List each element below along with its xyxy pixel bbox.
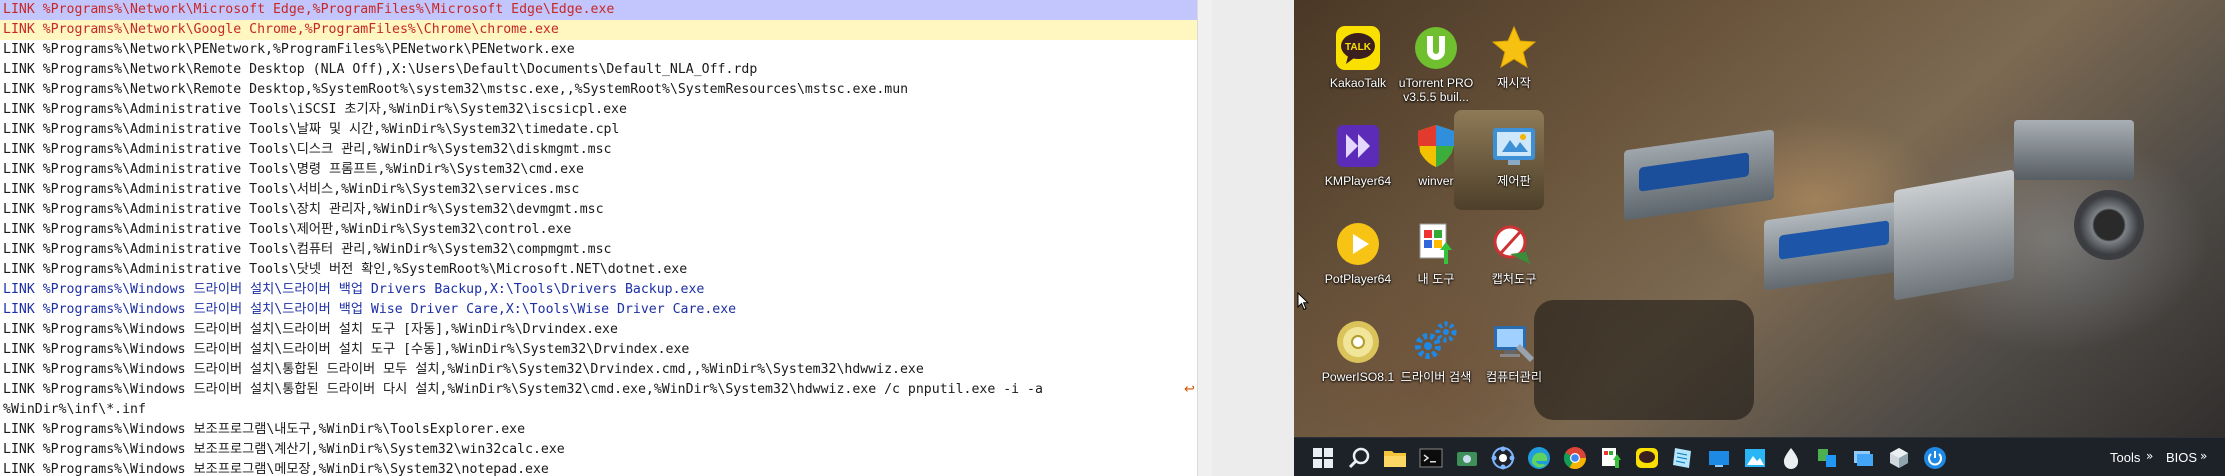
taskbar-kakaotalk-icon[interactable] xyxy=(1634,445,1660,471)
taskbar-terminal-icon[interactable] xyxy=(1418,445,1444,471)
svg-text:TALK: TALK xyxy=(1345,42,1372,53)
wallpaper-port xyxy=(1894,169,2014,301)
bios-chevron-icon[interactable]: » xyxy=(2200,438,2207,476)
bios-toolbar-label[interactable]: BIOS xyxy=(2166,438,2197,476)
taskbar-stack-icon[interactable] xyxy=(1850,445,1876,471)
mouse-cursor-icon xyxy=(1297,292,1309,311)
editor-line[interactable]: LINK %Programs%\Network\Remote Desktop (… xyxy=(0,60,1197,80)
editor-line[interactable]: LINK %Programs%\Network\Google Chrome,%P… xyxy=(0,20,1197,40)
taskbar-power-icon[interactable] xyxy=(1922,445,1948,471)
taskbar-screen-capture-icon[interactable] xyxy=(1454,445,1480,471)
my-tools-icon xyxy=(1412,220,1460,268)
taskbar-task-icon[interactable] xyxy=(1814,445,1840,471)
control-panel-icon xyxy=(1490,122,1538,170)
wallpaper-port xyxy=(2074,190,2144,260)
taskbar-water-drop-icon[interactable] xyxy=(1778,445,1804,471)
editor-line[interactable]: LINK %Programs%\Administrative Tools\디스크… xyxy=(0,140,1197,160)
taskbar-network-icon[interactable] xyxy=(1490,445,1516,471)
kakaotalk-icon: TALK xyxy=(1334,24,1382,72)
editor-line[interactable]: LINK %Programs%\Network\Microsoft Edge,%… xyxy=(0,0,1197,20)
capture-tool-icon xyxy=(1490,220,1538,268)
text-editor[interactable]: LINK %Programs%\Network\Microsoft Edge,%… xyxy=(0,0,1197,476)
computer-management-icon xyxy=(1490,318,1538,366)
editor-scrollbar[interactable] xyxy=(1197,0,1212,476)
restart-star-icon xyxy=(1490,24,1538,72)
editor-line[interactable]: LINK %Programs%\Windows 드라이버 설치\드라이버 백업 … xyxy=(0,280,1197,300)
driver-search-icon xyxy=(1412,318,1460,366)
editor-line[interactable]: LINK %Programs%\Windows 보조프로그램\내도구,%WinD… xyxy=(0,420,1197,440)
taskbar-photo-icon[interactable] xyxy=(1742,445,1768,471)
desktop-icon-label: 컴퓨터관리 xyxy=(1485,370,1543,384)
taskbar-tools-icon[interactable] xyxy=(1598,445,1624,471)
wallpaper-port xyxy=(1534,300,1754,420)
potplayer-icon xyxy=(1334,220,1382,268)
window-gap xyxy=(1212,0,1294,476)
taskbar-start-icon[interactable] xyxy=(1310,445,1336,471)
tools-chevron-icon[interactable]: » xyxy=(2146,438,2153,476)
wallpaper-port xyxy=(2014,120,2134,180)
editor-line[interactable]: LINK %Programs%\Windows 드라이버 설치\드라이버 설치 … xyxy=(0,320,1197,340)
desktop: TALK KakaoTalk uTorrent PRO v3.5.5 buil...… xyxy=(1294,0,2225,476)
desktop-icon-computer-management[interactable]: 컴퓨터관리 xyxy=(1468,304,1560,400)
editor-lines: LINK %Programs%\Network\Microsoft Edge,%… xyxy=(0,0,1197,476)
taskbar: Tools » BIOS » xyxy=(1294,437,2225,476)
taskbar-edge-icon[interactable] xyxy=(1526,445,1552,471)
kmplayer-icon xyxy=(1334,122,1382,170)
taskbar-chrome-icon[interactable] xyxy=(1562,445,1588,471)
taskbar-file-explorer-icon[interactable] xyxy=(1382,445,1408,471)
editor-line[interactable]: LINK %Programs%\Windows 보조프로그램\메모장,%WinD… xyxy=(0,460,1197,476)
utorrent-icon xyxy=(1412,24,1460,72)
taskbar-notes-icon[interactable] xyxy=(1670,445,1696,471)
taskbar-cube-icon[interactable] xyxy=(1886,445,1912,471)
editor-line[interactable]: LINK %Programs%\Administrative Tools\날짜 … xyxy=(0,120,1197,140)
desktop-icon-label: 캡처도구 xyxy=(1491,272,1537,286)
editor-line[interactable]: LINK %Programs%\Administrative Tools\장치 … xyxy=(0,200,1197,220)
editor-line[interactable]: LINK %Programs%\Network\PENetwork,%Progr… xyxy=(0,40,1197,60)
desktop-icon-restart-star[interactable]: 재시작 xyxy=(1468,10,1560,106)
editor-line[interactable]: LINK %Programs%\Windows 드라이버 설치\드라이버 백업 … xyxy=(0,300,1197,320)
editor-line[interactable]: LINK %Programs%\Administrative Tools\컴퓨터… xyxy=(0,240,1197,260)
desktop-icon-control-panel[interactable]: 제어판 xyxy=(1468,108,1560,204)
editor-line[interactable]: LINK %Programs%\Administrative Tools\iSC… xyxy=(0,100,1197,120)
desktop-icon-label: 제어판 xyxy=(1497,174,1531,188)
taskbar-search-icon[interactable] xyxy=(1346,445,1372,471)
editor-line[interactable]: %WinDir%\inf\*.inf xyxy=(0,400,1197,420)
editor-line[interactable]: LINK %Programs%\Windows 보조프로그램\계산기,%WinD… xyxy=(0,440,1197,460)
winver-shield-icon xyxy=(1412,122,1460,170)
poweriso-icon xyxy=(1334,318,1382,366)
editor-line[interactable]: LINK %Programs%\Network\Remote Desktop,%… xyxy=(0,80,1197,100)
editor-line[interactable]: LINK %Programs%\Administrative Tools\닷넷 … xyxy=(0,260,1197,280)
editor-line[interactable]: LINK %Programs%\Windows 드라이버 설치\통합된 드라이버… xyxy=(0,360,1197,380)
editor-line[interactable]: LINK %Programs%\Administrative Tools\명령 … xyxy=(0,160,1197,180)
tools-toolbar-label[interactable]: Tools xyxy=(2110,438,2140,476)
line-wrap-marker: ↩ xyxy=(1184,382,1195,397)
desktop-icon-capture-tool[interactable]: 캡처도구 xyxy=(1468,206,1560,302)
taskbar-display-icon[interactable] xyxy=(1706,445,1732,471)
editor-line[interactable]: LINK %Programs%\Administrative Tools\서비스… xyxy=(0,180,1197,200)
editor-line[interactable]: LINK %Programs%\Administrative Tools\제어판… xyxy=(0,220,1197,240)
desktop-icon-label: 재시작 xyxy=(1497,76,1531,90)
editor-line[interactable]: LINK %Programs%\Windows 드라이버 설치\드라이버 설치 … xyxy=(0,340,1197,360)
editor-line[interactable]: LINK %Programs%\Windows 드라이버 설치\통합된 드라이버… xyxy=(0,380,1197,400)
